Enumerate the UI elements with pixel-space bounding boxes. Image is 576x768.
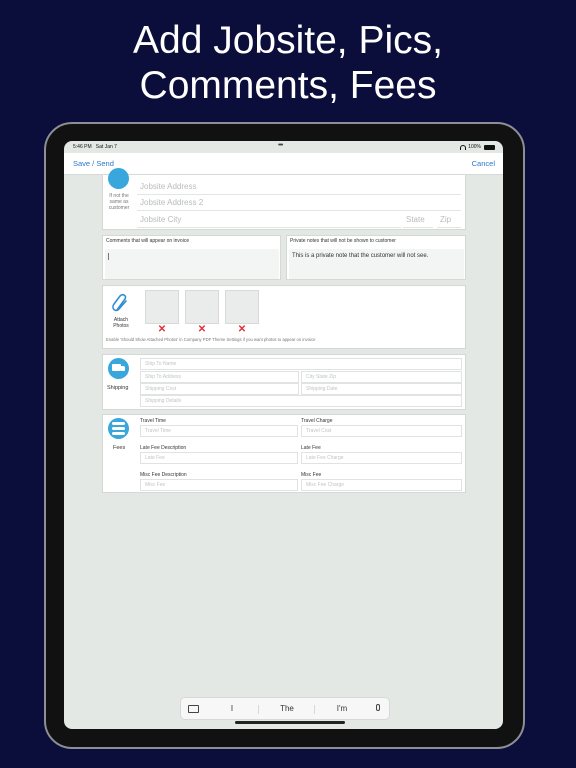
save-send-button[interactable]: Save / Send	[73, 159, 114, 168]
jobsite-icon	[108, 168, 129, 189]
suggestion-3[interactable]: I'm	[314, 704, 370, 713]
multitask-dots-icon[interactable]: •••	[278, 142, 283, 149]
invoice-details-form: If not the same as customer Jobsite Addr…	[102, 168, 466, 635]
travel-charge-field[interactable]: Travel Cost	[301, 425, 462, 437]
coin-stack-2	[112, 427, 125, 430]
jobsite-address-field[interactable]: Jobsite Address	[137, 180, 461, 195]
travel-time-field[interactable]: Travel Time	[140, 425, 298, 437]
invoice-comments-panel: Comments that will appear on invoice	[102, 235, 281, 280]
home-indicator[interactable]	[235, 721, 345, 724]
jobsite-state-field[interactable]: State	[403, 213, 433, 228]
photo-slot-2[interactable]	[185, 290, 219, 324]
paperclip-icon[interactable]	[111, 292, 131, 316]
battery-icon	[484, 144, 495, 150]
delete-photo-1-icon[interactable]: ✕	[157, 325, 167, 335]
delete-photo-2-icon[interactable]: ✕	[197, 325, 207, 335]
status-bar: 5:46 PM Sat Jan 7 ••• 100%	[64, 141, 503, 153]
city-state-zip-field[interactable]: City State Zip	[301, 371, 462, 383]
travel-time-label: Travel Time	[140, 418, 166, 424]
shipping-cost-field[interactable]: Shipping Cost	[140, 383, 299, 395]
shipping-panel: Shipping Ship To Name Ship To Address Ci…	[102, 354, 466, 410]
coin-stack-1	[112, 422, 125, 425]
late-fee-field[interactable]: Late Fee Charge	[301, 452, 462, 464]
shipping-details-field[interactable]: Shipping Details	[140, 395, 462, 407]
app-screen: 5:46 PM Sat Jan 7 ••• 100% Save / Send C…	[64, 141, 503, 729]
photo-slot-1[interactable]	[145, 290, 179, 324]
late-fee-description-label: Late Fee Description	[140, 445, 187, 451]
ship-to-address-field[interactable]: Ship To Address	[140, 371, 299, 383]
late-fee-description-field[interactable]: Late Fee	[140, 452, 298, 464]
invoice-comments-textarea[interactable]	[105, 249, 279, 279]
jobsite-city-field[interactable]: Jobsite City	[137, 213, 401, 228]
shipping-label: Shipping	[107, 385, 129, 391]
private-notes-label: Private notes that will not be shown to …	[290, 238, 396, 244]
shipping-truck-icon	[108, 358, 129, 379]
fees-label: Fees	[113, 445, 126, 451]
photo-slot-3[interactable]	[225, 290, 259, 324]
truck-body	[112, 364, 121, 371]
fees-panel: Fees Travel Time Travel Charge Travel Ti…	[102, 414, 466, 493]
navigation-bar: Save / Send Cancel	[64, 153, 503, 175]
truck-cab	[121, 366, 125, 371]
cancel-button[interactable]: Cancel	[472, 159, 495, 168]
jobsite-zip-field[interactable]: Zip	[437, 213, 461, 228]
ship-to-name-field[interactable]: Ship To Name	[140, 358, 462, 370]
headline: Add Jobsite, Pics, Comments, Fees	[0, 18, 576, 108]
misc-fee-description-field[interactable]: Misc Fee	[140, 479, 298, 491]
status-right: 100%	[460, 144, 495, 150]
wifi-icon	[460, 144, 467, 150]
late-fee-label: Late Fee	[301, 445, 321, 451]
status-time: 5:46 PM Sat Jan 7	[73, 144, 117, 150]
headline-line-2: Comments, Fees	[139, 64, 437, 107]
microphone-icon[interactable]	[376, 704, 380, 711]
suggestion-1[interactable]: I	[204, 704, 260, 713]
photos-hint: Enable 'Should Show Attached Photos' in …	[106, 337, 316, 342]
misc-fee-field[interactable]: Misc Fee Charge	[301, 479, 462, 491]
fees-coins-icon	[108, 418, 129, 439]
text-cursor	[108, 253, 109, 260]
coin-stack-3	[112, 432, 125, 435]
invoice-comments-label: Comments that will appear on invoice	[106, 238, 190, 244]
attach-photos-panel: Attach Photos ✕ ✕ ✕ Enable 'Should Show …	[102, 285, 466, 349]
jobsite-note: If not the same as customer	[108, 193, 130, 211]
jobsite-address-2-field[interactable]: Jobsite Address 2	[137, 196, 461, 211]
keyboard-icon[interactable]	[188, 705, 199, 713]
private-notes-value: This is a private note that the customer…	[292, 253, 429, 259]
delete-photo-3-icon[interactable]: ✕	[237, 325, 247, 335]
misc-fee-label: Misc Fee	[301, 472, 322, 478]
suggestion-2[interactable]: The	[259, 704, 315, 713]
battery-percent: 100%	[468, 144, 481, 150]
private-notes-textarea[interactable]: This is a private note that the customer…	[289, 249, 464, 279]
headline-line-1: Add Jobsite, Pics,	[133, 19, 443, 62]
travel-charge-label: Travel Charge	[301, 418, 333, 424]
misc-fee-description-label: Misc Fee Description	[140, 472, 187, 478]
predictive-text-bar: I The I'm	[180, 697, 390, 720]
attach-photos-label: Attach Photos	[113, 317, 129, 329]
jobsite-panel: If not the same as customer Jobsite Addr…	[102, 168, 466, 230]
private-notes-panel: Private notes that will not be shown to …	[286, 235, 466, 280]
shipping-date-field[interactable]: Shipping Date	[301, 383, 462, 395]
